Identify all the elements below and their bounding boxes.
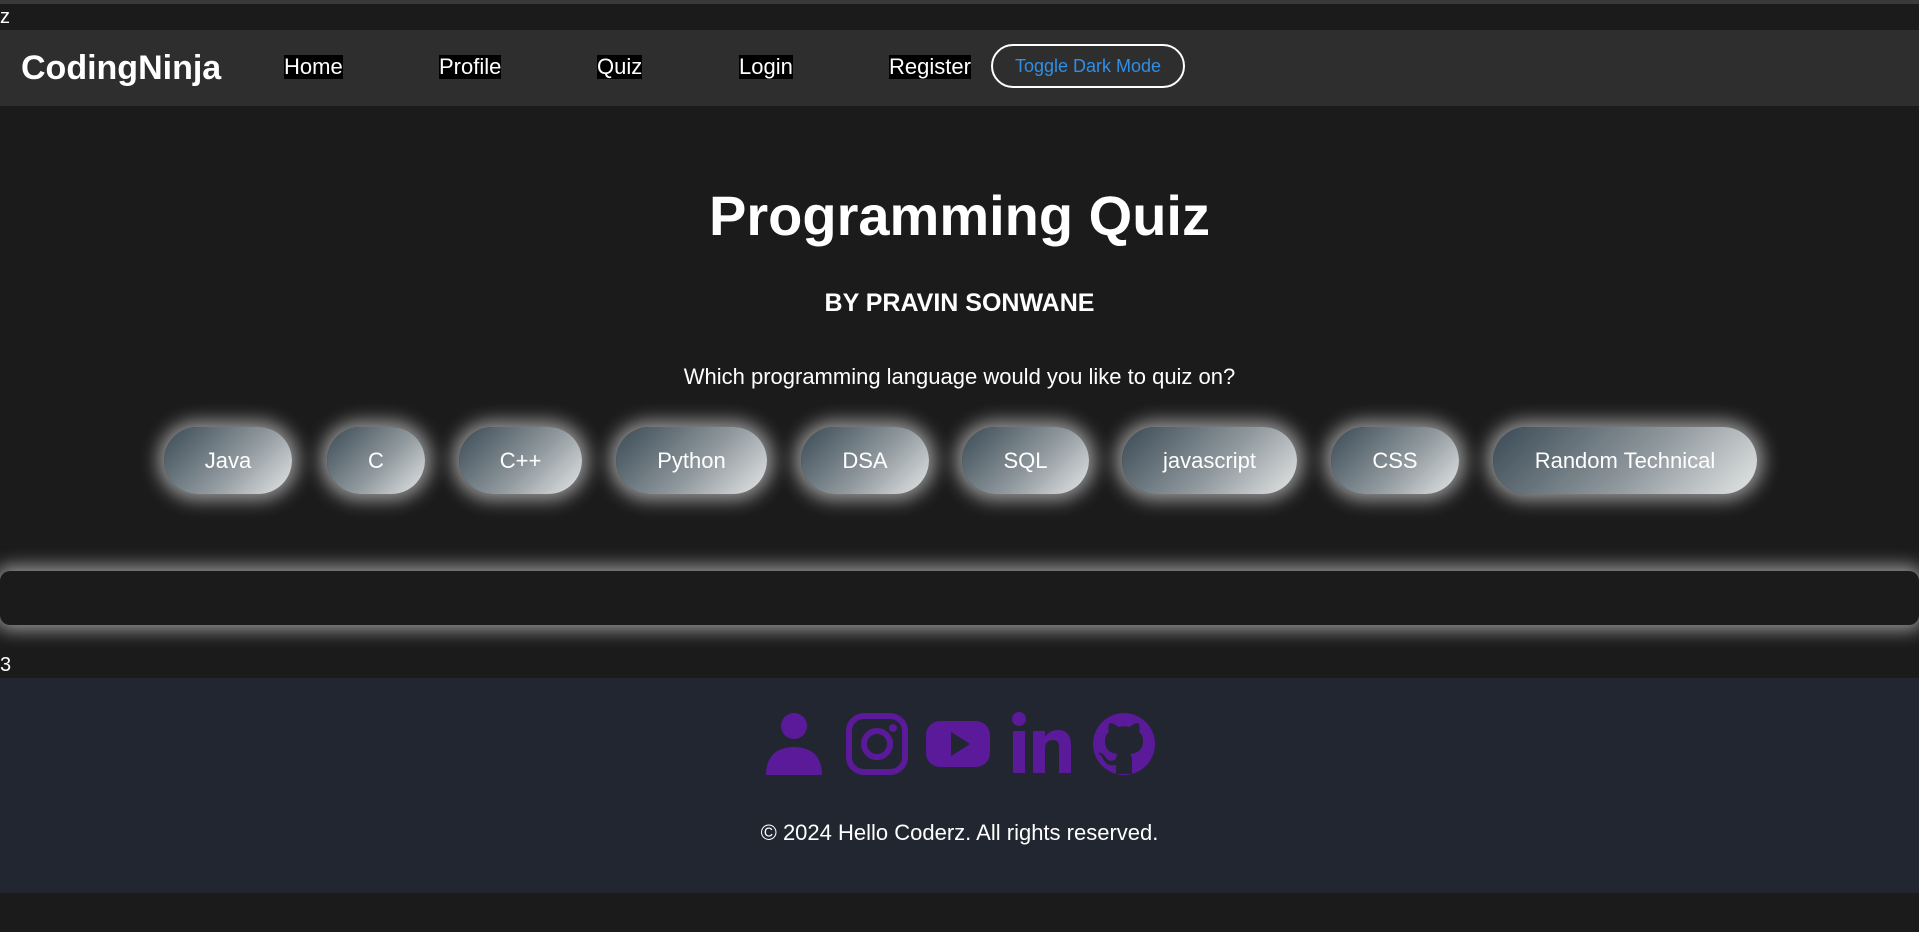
brand-logo[interactable]: CodingNinja: [21, 49, 221, 87]
youtube-icon[interactable]: [925, 711, 991, 777]
nav-link-login[interactable]: Login: [739, 55, 793, 79]
language-button-dsa[interactable]: DSA: [801, 427, 929, 494]
quiz-prompt: Which programming language would you lik…: [683, 364, 1236, 389]
language-button-c[interactable]: C: [327, 427, 425, 494]
language-button-sql[interactable]: SQL: [962, 427, 1089, 494]
quiz-result-bar: [0, 571, 1919, 625]
page-title: Programming Quiz: [709, 184, 1210, 247]
toggle-dark-mode-button[interactable]: Toggle Dark Mode: [991, 44, 1185, 88]
nav-link-register[interactable]: Register: [889, 55, 971, 79]
user-icon[interactable]: [762, 711, 826, 777]
language-button-javascript[interactable]: javascript: [1122, 427, 1297, 494]
github-icon[interactable]: [1092, 711, 1156, 777]
language-button-python[interactable]: Python: [616, 427, 767, 494]
nav-link-home[interactable]: Home: [284, 55, 343, 79]
footer: © 2024 Hello Coderz. All rights reserved…: [0, 678, 1919, 893]
language-button-css[interactable]: CSS: [1331, 427, 1459, 494]
language-button-random-technical[interactable]: Random Technical: [1493, 427, 1757, 494]
navbar: CodingNinja Home Profile Quiz Login Regi…: [0, 30, 1919, 106]
top-border: [0, 0, 1919, 4]
author-subtitle: BY PRAVIN SONWANE: [824, 289, 1095, 317]
stray-text-bottom: 3: [0, 654, 12, 676]
nav-link-profile[interactable]: Profile: [439, 55, 502, 79]
instagram-icon[interactable]: [845, 711, 909, 777]
stray-text-top: z: [0, 6, 10, 28]
nav-link-quiz[interactable]: Quiz: [597, 55, 643, 79]
social-icons: [762, 711, 1162, 781]
language-button-cpp[interactable]: C++: [459, 427, 582, 494]
copyright-text: © 2024 Hello Coderz. All rights reserved…: [760, 820, 1159, 845]
linkedin-icon[interactable]: [1011, 711, 1071, 777]
language-button-java[interactable]: Java: [164, 427, 292, 494]
